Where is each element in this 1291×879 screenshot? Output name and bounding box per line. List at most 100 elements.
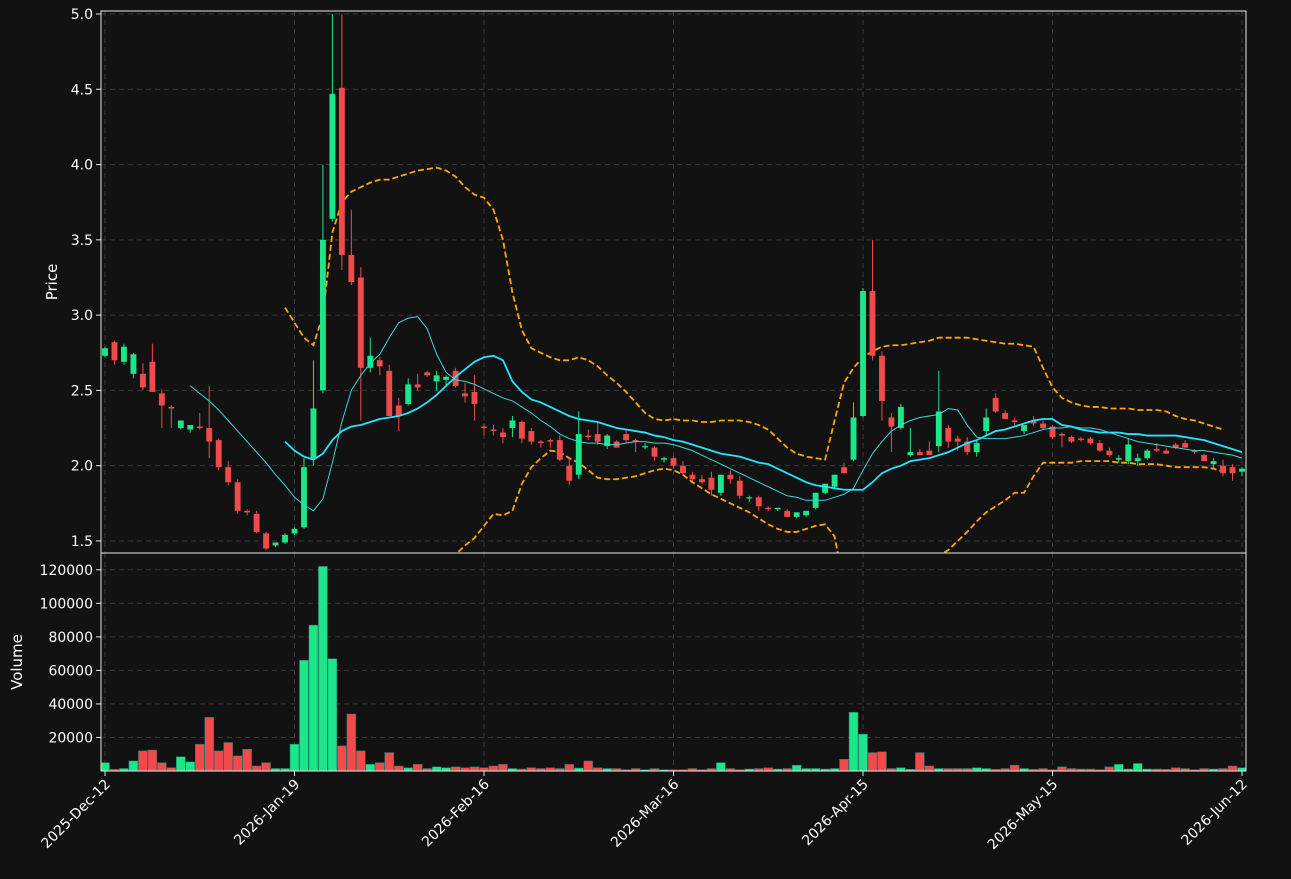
volume-y-tick-label: 120000 <box>40 563 93 579</box>
candle <box>158 388 165 429</box>
candle-body <box>983 417 990 432</box>
candle <box>1049 425 1056 439</box>
candle <box>1059 432 1065 448</box>
candle <box>1068 435 1075 444</box>
volume-bar <box>251 765 262 771</box>
volume-bar <box>450 766 461 771</box>
candle <box>386 364 393 416</box>
candle-body <box>414 384 421 388</box>
candle-body <box>329 93 336 219</box>
candle <box>518 420 525 444</box>
x-tick-label: 2026-Apr-15 <box>799 777 872 850</box>
candle <box>774 507 781 511</box>
candle-body <box>1239 468 1245 472</box>
candle <box>130 352 137 379</box>
volume-y-tick-label: 40000 <box>48 697 93 713</box>
candle-body <box>869 291 876 356</box>
price-y-tick-label: 3.0 <box>71 308 93 324</box>
candle-body <box>158 393 165 406</box>
upper-band-line <box>284 166 1224 461</box>
volume-bar <box>592 767 603 771</box>
candle-body <box>556 440 563 460</box>
volume-bar <box>848 712 859 771</box>
candle <box>1229 464 1236 481</box>
candle-body <box>471 391 478 404</box>
candle <box>907 428 914 457</box>
x-tick-label: 2026-Jun-12 <box>1179 777 1251 849</box>
candle <box>234 479 241 514</box>
volume-bar <box>412 764 423 771</box>
candle-body <box>177 420 184 429</box>
candlestick-chart: 1.5 2.0 2.5 3.0 3.5 4.0 4.5 5.0 20000 40000 60000 8… <box>0 0 1291 874</box>
candle-body <box>755 497 762 507</box>
candle-body <box>1087 438 1094 444</box>
candle <box>736 476 743 499</box>
volume-bar <box>384 752 395 771</box>
candle <box>139 363 146 391</box>
candle <box>1182 440 1189 448</box>
candle <box>916 449 923 456</box>
volume-bar <box>157 762 167 771</box>
candle-body <box>1163 450 1170 454</box>
candle-body <box>1210 461 1217 465</box>
volume-bar <box>839 759 849 771</box>
candle-body <box>1220 465 1226 474</box>
candle <box>1163 447 1170 454</box>
candle-body <box>954 438 961 442</box>
candle-body <box>282 534 288 543</box>
candle <box>1040 420 1046 430</box>
candle <box>680 461 686 475</box>
candle-body <box>1002 412 1009 420</box>
candle-body <box>1096 443 1103 451</box>
volume-bar <box>1009 764 1020 771</box>
candle <box>187 425 194 433</box>
candle <box>1002 409 1009 420</box>
candle-body <box>831 474 838 487</box>
candle-body <box>623 434 630 441</box>
candle-body <box>357 277 364 368</box>
candle-body <box>310 408 317 459</box>
volume-bar <box>545 767 556 771</box>
candle-body <box>642 446 649 448</box>
volume-y-tick-label: 60000 <box>48 663 93 679</box>
candle-body <box>926 450 933 456</box>
candle <box>575 411 582 480</box>
candle <box>1210 458 1217 469</box>
candle <box>935 370 942 453</box>
candle <box>244 509 251 516</box>
candle-body <box>348 254 355 282</box>
candle <box>121 343 127 365</box>
volume-bar <box>185 761 196 771</box>
volume-bar <box>877 751 887 771</box>
candle <box>196 412 203 430</box>
candle <box>1239 467 1245 477</box>
candle <box>632 438 639 453</box>
candle <box>926 441 933 456</box>
volume-bar <box>213 750 224 771</box>
candle-body <box>1144 450 1151 459</box>
candle-body <box>291 528 298 534</box>
volume-bar <box>924 765 935 771</box>
volume-bar <box>194 743 205 771</box>
candle <box>642 443 649 450</box>
volume-bar <box>526 767 537 771</box>
volume-bar <box>867 752 878 771</box>
volume-bar <box>763 767 774 771</box>
candle-body <box>528 431 535 442</box>
volume-bar <box>138 750 148 771</box>
volume-bar <box>1057 766 1067 771</box>
volume-bar <box>346 713 357 771</box>
candle-body <box>879 355 885 401</box>
volume-bar <box>166 767 177 771</box>
candle <box>528 428 535 445</box>
candle-body <box>651 447 658 457</box>
candle <box>831 474 838 489</box>
volume-bar <box>176 756 186 771</box>
volume-bar <box>498 764 508 771</box>
volume-bar <box>583 760 593 771</box>
candle-body <box>793 512 800 517</box>
volume-bar <box>1114 764 1124 771</box>
candle-body <box>500 432 506 438</box>
candle-body <box>462 393 468 397</box>
candle <box>272 542 279 547</box>
